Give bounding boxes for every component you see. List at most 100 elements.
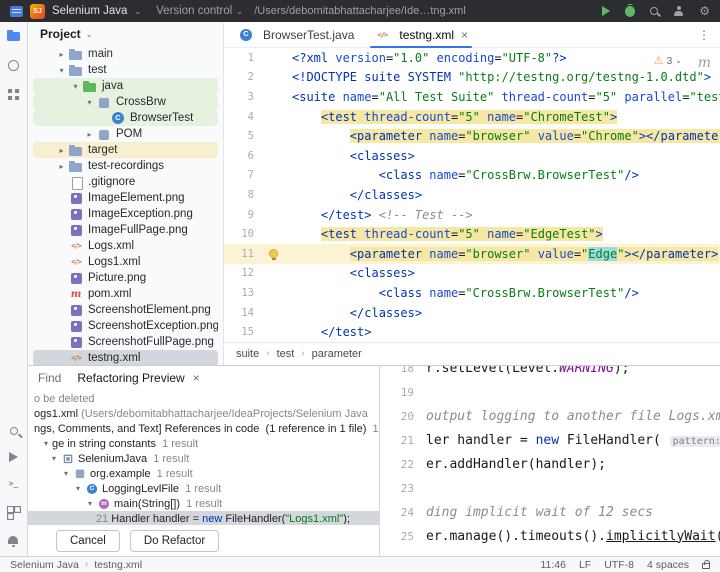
preview-line-21[interactable]: 21ler handler = new FileHandler( pattern…	[380, 428, 720, 452]
close-icon[interactable]: ×	[461, 29, 468, 41]
refactor-row-1[interactable]: o be deleted	[28, 391, 379, 406]
tab-browsertest-java[interactable]: BrowserTest.java	[228, 22, 364, 47]
chevron-down-icon[interactable]: ▾	[84, 499, 96, 508]
avatar-icon[interactable]	[673, 6, 684, 17]
run-tool-icon[interactable]	[9, 452, 18, 462]
status-breadcrumb-selenium-java[interactable]: Selenium Java	[10, 559, 79, 571]
project-item-imageelement-png[interactable]: ImageElement.png	[33, 190, 218, 206]
encoding-indicator[interactable]: UTF-8	[604, 559, 634, 571]
project-item-screenshotexception-png[interactable]: ScreenshotException.png	[33, 318, 218, 334]
project-item-screenshotfullpage-png[interactable]: ScreenshotFullPage.png	[33, 334, 218, 350]
refactor-row-2[interactable]: ogs1.xml (Users/debomitabhattacharjee/Id…	[28, 406, 379, 421]
chevron-down-icon[interactable]: ▾	[40, 439, 52, 448]
code-line-14[interactable]: 14 </classes>	[224, 303, 720, 323]
code-line-6[interactable]: 6 <classes>	[224, 146, 720, 166]
code-line-3[interactable]: 3<suite name="All Test Suite" thread-cou…	[224, 87, 720, 107]
code-line-9[interactable]: 9 </test> <!-- Test -->	[224, 205, 720, 225]
notifications-icon[interactable]	[6, 535, 21, 548]
code-editor[interactable]: 1<?xml version="1.0" encoding="UTF-8"?>2…	[224, 48, 720, 342]
project-item-logs-xml[interactable]: Logs.xml	[33, 238, 218, 254]
code-line-4[interactable]: 4 <test thread-count="5" name="ChromeTes…	[224, 107, 720, 127]
preview-line-22[interactable]: 22er.addHandler(handler);	[380, 452, 720, 476]
chevron-icon[interactable]: ▸	[55, 162, 68, 171]
project-item-pom-xml[interactable]: pom.xml	[33, 286, 218, 302]
project-item-logs1-xml[interactable]: Logs1.xml	[33, 254, 218, 270]
refactor-row-3[interactable]: ngs, Comments, and Text] References in c…	[28, 421, 379, 436]
code-preview-pane[interactable]: 18r.setLevel(Level.WARNING);1920output l…	[380, 366, 720, 556]
project-logo[interactable]: SJ	[30, 4, 45, 19]
refactor-row-7[interactable]: ▾LoggingLevlFile 1 result	[28, 481, 379, 496]
chevron-down-icon[interactable]: ▾	[72, 484, 84, 493]
structure-tool-icon[interactable]	[6, 88, 21, 101]
indent-indicator[interactable]: 4 spaces	[647, 559, 689, 571]
tool-tab-refactoring-preview[interactable]: Refactoring Preview×	[77, 371, 199, 385]
preview-line-18[interactable]: 18r.setLevel(Level.WARNING);	[380, 366, 720, 380]
project-name[interactable]: Selenium Java	[52, 5, 127, 17]
services-tool-icon[interactable]	[6, 505, 21, 518]
code-line-1[interactable]: 1<?xml version="1.0" encoding="UTF-8"?>	[224, 48, 720, 68]
preview-line-19[interactable]: 19	[380, 380, 720, 404]
terminal-tool-icon[interactable]: >_	[9, 479, 19, 488]
project-item-gitignore[interactable]: .gitignore	[33, 174, 218, 190]
project-item-imagefullpage-png[interactable]: ImageFullPage.png	[33, 222, 218, 238]
chevron-down-icon[interactable]: ▾	[48, 454, 60, 463]
search-everywhere-icon[interactable]	[650, 7, 658, 15]
refactor-row-8[interactable]: ▾main(String[]) 1 result	[28, 496, 379, 511]
more-options-icon[interactable]: ⋮	[688, 28, 720, 42]
refactor-row-6[interactable]: ▾org.example 1 result	[28, 466, 379, 481]
code-line-12[interactable]: 12 <classes>	[224, 264, 720, 284]
project-item-main[interactable]: ▸main	[33, 46, 218, 62]
intention-bulb-icon[interactable]	[269, 249, 278, 258]
project-item-pom[interactable]: ▸POM	[33, 126, 218, 142]
run-button[interactable]	[602, 6, 610, 16]
code-line-11[interactable]: 11 <parameter name="browser" value="Edge…	[224, 244, 720, 264]
find-tool-icon[interactable]	[10, 427, 18, 435]
chevron-down-icon[interactable]: ▾	[60, 469, 72, 478]
breadcrumb-test[interactable]: test	[277, 348, 295, 360]
settings-gear-icon[interactable]: ⚙	[699, 5, 710, 17]
breadcrumb-suite[interactable]: suite	[236, 348, 259, 360]
chevron-icon[interactable]: ▸	[55, 50, 68, 59]
project-panel-header[interactable]: Project ⌄	[28, 22, 223, 46]
code-line-2[interactable]: 2<!DOCTYPE suite SYSTEM "http://testng.o…	[224, 68, 720, 88]
project-item-crossbrw[interactable]: ▾CrossBrw	[33, 94, 218, 110]
close-icon[interactable]: ×	[193, 372, 200, 384]
debug-button[interactable]	[625, 6, 635, 17]
project-item-picture-png[interactable]: Picture.png	[33, 270, 218, 286]
main-menu-icon[interactable]	[10, 6, 23, 17]
code-line-5[interactable]: 5 <parameter name="browser" value="Chrom…	[224, 126, 720, 146]
lock-icon[interactable]	[702, 563, 710, 569]
tool-tab-find[interactable]: Find	[38, 371, 61, 385]
preview-line-20[interactable]: 20output logging to another file Logs.xm…	[380, 404, 720, 428]
chevron-icon[interactable]: ▸	[83, 130, 96, 139]
chevron-icon[interactable]: ▸	[55, 146, 68, 155]
inspections-widget[interactable]: ⚠3⌄	[650, 53, 686, 68]
refactor-row-9[interactable]: 21 Handler handler = new FileHandler("Lo…	[28, 511, 379, 524]
project-tool-icon[interactable]	[6, 29, 21, 42]
vcs-widget[interactable]: Version control⌄	[156, 5, 243, 17]
preview-line-24[interactable]: 24ding implicit wait of 12 secs	[380, 500, 720, 524]
status-breadcrumb-testng-xml[interactable]: testng.xml	[94, 559, 142, 571]
project-item-imageexception-png[interactable]: ImageException.png	[33, 206, 218, 222]
line-ending-indicator[interactable]: LF	[579, 559, 591, 571]
project-item-test-recordings[interactable]: ▸test-recordings	[33, 158, 218, 174]
code-line-8[interactable]: 8 </classes>	[224, 185, 720, 205]
code-line-10[interactable]: 10 <test thread-count="5" name="EdgeTest…	[224, 224, 720, 244]
code-line-7[interactable]: 7 <class name="CrossBrw.BrowserTest"/>	[224, 166, 720, 186]
project-item-browsertest[interactable]: BrowserTest	[33, 110, 218, 126]
chevron-icon[interactable]: ▾	[55, 66, 68, 75]
refactor-row-5[interactable]: ▾SeleniumJava 1 result	[28, 451, 379, 466]
code-line-15[interactable]: 15 </test>	[224, 322, 720, 342]
project-item-screenshotelement-png[interactable]: ScreenshotElement.png	[33, 302, 218, 318]
do-refactor-button[interactable]: Do Refactor	[130, 530, 219, 552]
preview-line-23[interactable]: 23	[380, 476, 720, 500]
chevron-icon[interactable]: ▾	[83, 98, 96, 107]
cancel-button[interactable]: Cancel	[56, 530, 120, 552]
project-item-target[interactable]: ▸target	[33, 142, 218, 158]
project-item-test[interactable]: ▾test	[33, 62, 218, 78]
project-item-java[interactable]: ▾java	[33, 78, 218, 94]
breadcrumb-parameter[interactable]: parameter	[312, 348, 362, 360]
chevron-icon[interactable]: ▾	[69, 82, 82, 91]
tab-testng-xml[interactable]: testng.xml×	[364, 22, 478, 47]
code-line-13[interactable]: 13 <class name="CrossBrw.BrowserTest"/>	[224, 283, 720, 303]
